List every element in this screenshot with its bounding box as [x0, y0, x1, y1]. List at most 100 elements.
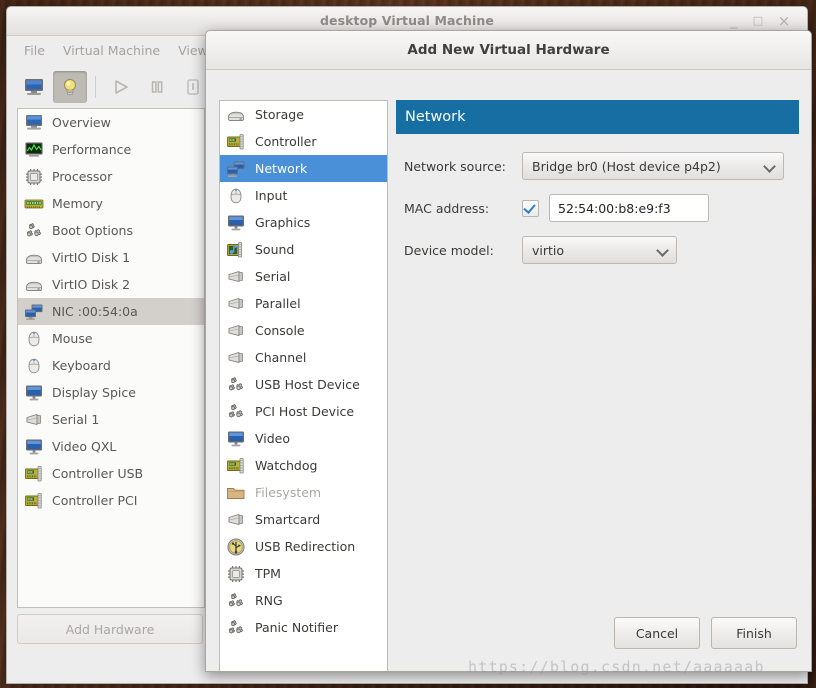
- dialog-button-bar: Cancel Finish: [614, 617, 797, 649]
- vm-hardware-label: Keyboard: [52, 358, 111, 373]
- network-source-select[interactable]: Bridge br0 (Host device p4p2): [522, 152, 784, 180]
- device-type-label: Console: [255, 323, 305, 338]
- pause-icon[interactable]: [140, 71, 174, 103]
- disk-icon: [23, 248, 45, 268]
- device-type-label: RNG: [255, 593, 283, 608]
- vm-hardware-label: Boot Options: [52, 223, 133, 238]
- gears-icon: [225, 375, 247, 395]
- serial-icon: [225, 267, 247, 287]
- vm-hardware-row[interactable]: VirtIO Disk 1: [18, 244, 204, 271]
- sound-icon: [225, 240, 247, 260]
- dialog-content: Storage Controller Network Input Graphics Sou…: [206, 70, 811, 671]
- controller-icon: [23, 464, 45, 484]
- vm-hardware-row[interactable]: Serial 1: [18, 406, 204, 433]
- chevron-down-icon: [763, 159, 777, 173]
- vm-hardware-row[interactable]: Memory: [18, 190, 204, 217]
- console-view-icon[interactable]: [17, 71, 51, 103]
- vm-hardware-row[interactable]: Video QXL: [18, 433, 204, 460]
- device-type-row[interactable]: Channel: [220, 344, 387, 371]
- mac-address-label: MAC address:: [404, 200, 490, 216]
- device-type-label: Video: [255, 431, 291, 446]
- display-icon: [225, 429, 247, 449]
- details-view-icon[interactable]: [53, 71, 87, 103]
- network-icon: [23, 302, 45, 322]
- disk-icon: [23, 275, 45, 295]
- device-type-label: USB Redirection: [255, 539, 356, 554]
- device-model-label: Device model:: [404, 242, 494, 258]
- vm-hardware-label: Processor: [52, 169, 113, 184]
- vm-hardware-row[interactable]: VirtIO Disk 2: [18, 271, 204, 298]
- network-source-label: Network source:: [404, 158, 506, 174]
- folder-icon: [225, 483, 247, 503]
- vm-hardware-row[interactable]: Mouse: [18, 325, 204, 352]
- mac-address-checkbox[interactable]: [522, 199, 539, 217]
- vm-hardware-row[interactable]: Controller PCI: [18, 487, 204, 514]
- device-type-label: Storage: [255, 107, 304, 122]
- vm-hardware-label: NIC :00:54:0a: [52, 304, 138, 319]
- menu-virtual-machine[interactable]: Virtual Machine: [54, 36, 169, 66]
- device-type-label: Controller: [255, 134, 317, 149]
- device-type-row[interactable]: Storage: [220, 101, 387, 128]
- vm-hardware-row[interactable]: Boot Options: [18, 217, 204, 244]
- device-type-row[interactable]: USB Host Device: [220, 371, 387, 398]
- device-model-row: Device model: virtio: [404, 236, 799, 264]
- menu-file[interactable]: File: [15, 36, 54, 66]
- vm-hardware-label: Memory: [52, 196, 103, 211]
- controller-icon: [225, 132, 247, 152]
- dialog-titlebar[interactable]: Add New Virtual Hardware: [206, 31, 811, 70]
- vm-hardware-label: Mouse: [52, 331, 93, 346]
- vm-hardware-row[interactable]: Keyboard: [18, 352, 204, 379]
- device-type-row[interactable]: Video: [220, 425, 387, 452]
- vm-hardware-label: Video QXL: [52, 439, 117, 454]
- vm-hardware-row[interactable]: NIC :00:54:0a: [18, 298, 204, 325]
- network-form: Network source: Bridge br0 (Host device …: [396, 152, 799, 264]
- mac-address-value: 52:54:00:b8:e9:f3: [558, 200, 671, 216]
- device-type-row[interactable]: Network: [220, 155, 387, 182]
- vm-hardware-row[interactable]: Processor: [18, 163, 204, 190]
- gears-icon: [225, 591, 247, 611]
- device-type-row[interactable]: TPM: [220, 560, 387, 587]
- serial-icon: [23, 410, 45, 430]
- device-type-row[interactable]: Parallel: [220, 290, 387, 317]
- add-hardware-button[interactable]: Add Hardware: [17, 614, 203, 644]
- vm-hardware-row[interactable]: Controller USB: [18, 460, 204, 487]
- monitor-icon: [23, 113, 45, 133]
- device-config-pane: Network Network source: Bridge br0 (Host…: [396, 100, 799, 278]
- add-new-virtual-hardware-dialog: Add New Virtual Hardware Storage Controll…: [205, 30, 812, 672]
- device-type-row[interactable]: PCI Host Device: [220, 398, 387, 425]
- device-type-label: PCI Host Device: [255, 404, 355, 419]
- gears-icon: [225, 618, 247, 638]
- device-type-row[interactable]: Serial: [220, 263, 387, 290]
- device-type-row[interactable]: Console: [220, 317, 387, 344]
- device-type-row[interactable]: Controller: [220, 128, 387, 155]
- device-type-row[interactable]: Smartcard: [220, 506, 387, 533]
- device-type-row[interactable]: Sound: [220, 236, 387, 263]
- device-type-row[interactable]: Graphics: [220, 209, 387, 236]
- mouse-icon: [23, 329, 45, 349]
- device-model-select[interactable]: virtio: [522, 236, 677, 264]
- cancel-button-label: Cancel: [635, 625, 679, 641]
- device-type-row[interactable]: Watchdog: [220, 452, 387, 479]
- device-type-label: Network: [255, 161, 308, 176]
- device-type-row[interactable]: USB Redirection: [220, 533, 387, 560]
- vm-hardware-label: Display Spice: [52, 385, 136, 400]
- controller-icon: [23, 491, 45, 511]
- device-type-row[interactable]: RNG: [220, 587, 387, 614]
- vm-hardware-label: Performance: [52, 142, 132, 157]
- device-type-row[interactable]: Panic Notifier: [220, 614, 387, 641]
- graph-icon: [23, 140, 45, 160]
- device-type-list[interactable]: Storage Controller Network Input Graphics Sou…: [219, 100, 388, 671]
- finish-button[interactable]: Finish: [711, 617, 797, 649]
- vm-hardware-list[interactable]: Overview Performance Processor Memory Boot O…: [17, 108, 205, 608]
- vm-hardware-row[interactable]: Performance: [18, 136, 204, 163]
- vm-hardware-row[interactable]: Overview: [18, 109, 204, 136]
- vm-hardware-label: VirtIO Disk 2: [52, 277, 131, 292]
- device-type-label: Graphics: [255, 215, 311, 230]
- run-icon[interactable]: [104, 71, 138, 103]
- vm-hardware-row[interactable]: Display Spice: [18, 379, 204, 406]
- device-type-row[interactable]: Input: [220, 182, 387, 209]
- mac-address-input[interactable]: 52:54:00:b8:e9:f3: [549, 194, 709, 222]
- vm-hardware-label: Overview: [52, 115, 111, 130]
- cancel-button[interactable]: Cancel: [614, 617, 700, 649]
- display-icon: [225, 213, 247, 233]
